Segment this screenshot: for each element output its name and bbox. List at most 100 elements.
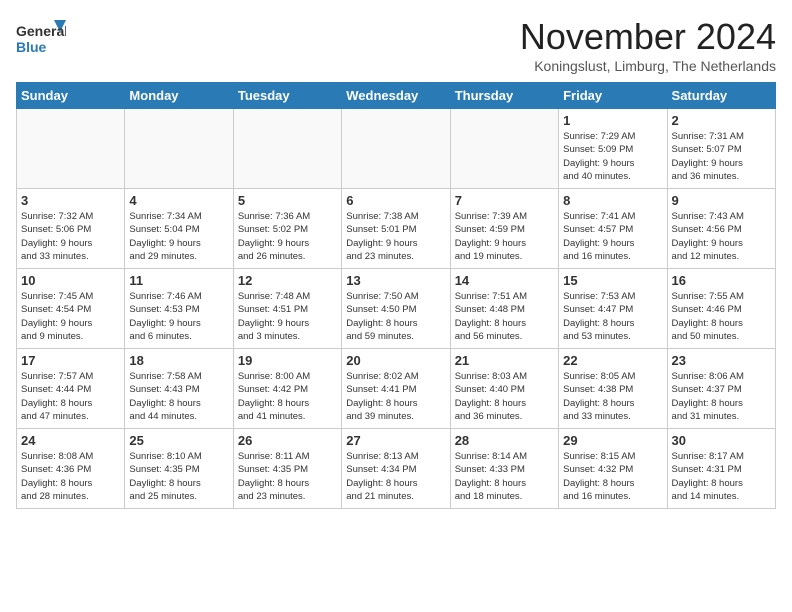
day-info: Sunrise: 8:02 AM Sunset: 4:41 PM Dayligh… xyxy=(346,370,445,423)
day-number: 25 xyxy=(129,433,228,448)
day-info: Sunrise: 8:00 AM Sunset: 4:42 PM Dayligh… xyxy=(238,370,337,423)
day-number: 3 xyxy=(21,193,120,208)
weekday-header-tuesday: Tuesday xyxy=(233,83,341,109)
calendar-cell: 10 Sunrise: 7:45 AM Sunset: 4:54 PM Dayli… xyxy=(17,269,125,349)
calendar-cell: 26 Sunrise: 8:11 AM Sunset: 4:35 PM Dayli… xyxy=(233,429,341,509)
calendar-cell: 25 Sunrise: 8:10 AM Sunset: 4:35 PM Dayli… xyxy=(125,429,233,509)
day-number: 27 xyxy=(346,433,445,448)
calendar-cell: 28Sunrise: 8:14 AM Sunset: 4:33 PM Dayli… xyxy=(450,429,558,509)
day-info: Sunrise: 7:38 AM Sunset: 5:01 PM Dayligh… xyxy=(346,210,445,263)
day-info: Sunrise: 7:46 AM Sunset: 4:53 PM Dayligh… xyxy=(129,290,228,343)
day-info: Sunrise: 7:58 AM Sunset: 4:43 PM Dayligh… xyxy=(129,370,228,423)
day-info: Sunrise: 7:32 AM Sunset: 5:06 PM Dayligh… xyxy=(21,210,120,263)
day-number: 29 xyxy=(563,433,662,448)
day-number: 17 xyxy=(21,353,120,368)
day-number: 19 xyxy=(238,353,337,368)
day-number: 10 xyxy=(21,273,120,288)
calendar-cell xyxy=(342,109,450,189)
calendar-cell: 22 Sunrise: 8:05 AM Sunset: 4:38 PM Dayli… xyxy=(559,349,667,429)
calendar-cell: 21 Sunrise: 8:03 AM Sunset: 4:40 PM Dayli… xyxy=(450,349,558,429)
day-number: 4 xyxy=(129,193,228,208)
day-info: Sunrise: 8:03 AM Sunset: 4:40 PM Dayligh… xyxy=(455,370,554,423)
calendar-cell: 20Sunrise: 8:02 AM Sunset: 4:41 PM Dayli… xyxy=(342,349,450,429)
day-number: 9 xyxy=(672,193,771,208)
calendar-cell xyxy=(17,109,125,189)
week-row-5: 24Sunrise: 8:08 AM Sunset: 4:36 PM Dayli… xyxy=(17,429,776,509)
day-info: Sunrise: 8:17 AM Sunset: 4:31 PM Dayligh… xyxy=(672,450,771,503)
page-header: GeneralBlue November 2024 Koningslust, L… xyxy=(16,16,776,74)
calendar-cell xyxy=(450,109,558,189)
day-info: Sunrise: 8:14 AM Sunset: 4:33 PM Dayligh… xyxy=(455,450,554,503)
week-row-2: 3 Sunrise: 7:32 AM Sunset: 5:06 PM Daylig… xyxy=(17,189,776,269)
month-title: November 2024 xyxy=(520,16,776,58)
day-info: Sunrise: 7:57 AM Sunset: 4:44 PM Dayligh… xyxy=(21,370,120,423)
day-number: 6 xyxy=(346,193,445,208)
day-number: 14 xyxy=(455,273,554,288)
day-info: Sunrise: 7:36 AM Sunset: 5:02 PM Dayligh… xyxy=(238,210,337,263)
svg-text:General: General xyxy=(16,23,66,39)
title-area: November 2024 Koningslust, Limburg, The … xyxy=(520,16,776,74)
day-info: Sunrise: 7:51 AM Sunset: 4:48 PM Dayligh… xyxy=(455,290,554,343)
day-number: 1 xyxy=(563,113,662,128)
day-number: 18 xyxy=(129,353,228,368)
day-number: 30 xyxy=(672,433,771,448)
day-info: Sunrise: 7:48 AM Sunset: 4:51 PM Dayligh… xyxy=(238,290,337,343)
day-number: 21 xyxy=(455,353,554,368)
calendar-cell: 2Sunrise: 7:31 AM Sunset: 5:07 PM Daylig… xyxy=(667,109,775,189)
day-info: Sunrise: 8:13 AM Sunset: 4:34 PM Dayligh… xyxy=(346,450,445,503)
day-info: Sunrise: 7:39 AM Sunset: 4:59 PM Dayligh… xyxy=(455,210,554,263)
day-number: 5 xyxy=(238,193,337,208)
week-row-3: 10 Sunrise: 7:45 AM Sunset: 4:54 PM Dayli… xyxy=(17,269,776,349)
day-info: Sunrise: 7:34 AM Sunset: 5:04 PM Dayligh… xyxy=(129,210,228,263)
logo-svg: GeneralBlue xyxy=(16,16,66,60)
calendar-table: SundayMondayTuesdayWednesdayThursdayFrid… xyxy=(16,82,776,509)
calendar-cell: 1Sunrise: 7:29 AM Sunset: 5:09 PM Daylig… xyxy=(559,109,667,189)
weekday-header-monday: Monday xyxy=(125,83,233,109)
calendar-cell: 4 Sunrise: 7:34 AM Sunset: 5:04 PM Daylig… xyxy=(125,189,233,269)
calendar-cell: 8 Sunrise: 7:41 AM Sunset: 4:57 PM Daylig… xyxy=(559,189,667,269)
calendar-cell: 24Sunrise: 8:08 AM Sunset: 4:36 PM Dayli… xyxy=(17,429,125,509)
day-info: Sunrise: 8:11 AM Sunset: 4:35 PM Dayligh… xyxy=(238,450,337,503)
weekday-header-row: SundayMondayTuesdayWednesdayThursdayFrid… xyxy=(17,83,776,109)
calendar-cell: 19 Sunrise: 8:00 AM Sunset: 4:42 PM Dayli… xyxy=(233,349,341,429)
day-number: 26 xyxy=(238,433,337,448)
day-info: Sunrise: 7:45 AM Sunset: 4:54 PM Dayligh… xyxy=(21,290,120,343)
svg-text:Blue: Blue xyxy=(16,39,47,55)
day-number: 16 xyxy=(672,273,771,288)
calendar-cell xyxy=(125,109,233,189)
weekday-header-sunday: Sunday xyxy=(17,83,125,109)
calendar-cell: 13 Sunrise: 7:50 AM Sunset: 4:50 PM Dayli… xyxy=(342,269,450,349)
calendar-cell: 5 Sunrise: 7:36 AM Sunset: 5:02 PM Daylig… xyxy=(233,189,341,269)
day-info: Sunrise: 7:31 AM Sunset: 5:07 PM Dayligh… xyxy=(672,130,771,183)
calendar-cell: 16 Sunrise: 7:55 AM Sunset: 4:46 PM Dayli… xyxy=(667,269,775,349)
day-number: 8 xyxy=(563,193,662,208)
calendar-cell: 6 Sunrise: 7:38 AM Sunset: 5:01 PM Daylig… xyxy=(342,189,450,269)
calendar-cell: 12Sunrise: 7:48 AM Sunset: 4:51 PM Dayli… xyxy=(233,269,341,349)
logo: GeneralBlue xyxy=(16,16,66,60)
day-number: 23 xyxy=(672,353,771,368)
day-info: Sunrise: 8:05 AM Sunset: 4:38 PM Dayligh… xyxy=(563,370,662,423)
day-info: Sunrise: 8:15 AM Sunset: 4:32 PM Dayligh… xyxy=(563,450,662,503)
day-info: Sunrise: 8:10 AM Sunset: 4:35 PM Dayligh… xyxy=(129,450,228,503)
weekday-header-wednesday: Wednesday xyxy=(342,83,450,109)
calendar-cell: 17 Sunrise: 7:57 AM Sunset: 4:44 PM Dayli… xyxy=(17,349,125,429)
day-info: Sunrise: 7:55 AM Sunset: 4:46 PM Dayligh… xyxy=(672,290,771,343)
calendar-cell: 11Sunrise: 7:46 AM Sunset: 4:53 PM Dayli… xyxy=(125,269,233,349)
weekday-header-saturday: Saturday xyxy=(667,83,775,109)
calendar-cell: 29 Sunrise: 8:15 AM Sunset: 4:32 PM Dayli… xyxy=(559,429,667,509)
day-info: Sunrise: 7:41 AM Sunset: 4:57 PM Dayligh… xyxy=(563,210,662,263)
calendar-cell: 14 Sunrise: 7:51 AM Sunset: 4:48 PM Dayli… xyxy=(450,269,558,349)
week-row-1: 1Sunrise: 7:29 AM Sunset: 5:09 PM Daylig… xyxy=(17,109,776,189)
calendar-cell xyxy=(233,109,341,189)
calendar-cell: 18 Sunrise: 7:58 AM Sunset: 4:43 PM Dayli… xyxy=(125,349,233,429)
weekday-header-friday: Friday xyxy=(559,83,667,109)
day-info: Sunrise: 7:50 AM Sunset: 4:50 PM Dayligh… xyxy=(346,290,445,343)
day-info: Sunrise: 8:08 AM Sunset: 4:36 PM Dayligh… xyxy=(21,450,120,503)
day-number: 13 xyxy=(346,273,445,288)
day-number: 7 xyxy=(455,193,554,208)
calendar-cell: 30 Sunrise: 8:17 AM Sunset: 4:31 PM Dayli… xyxy=(667,429,775,509)
calendar-cell: 23 Sunrise: 8:06 AM Sunset: 4:37 PM Dayli… xyxy=(667,349,775,429)
day-number: 22 xyxy=(563,353,662,368)
location-subtitle: Koningslust, Limburg, The Netherlands xyxy=(520,58,776,74)
day-info: Sunrise: 8:06 AM Sunset: 4:37 PM Dayligh… xyxy=(672,370,771,423)
